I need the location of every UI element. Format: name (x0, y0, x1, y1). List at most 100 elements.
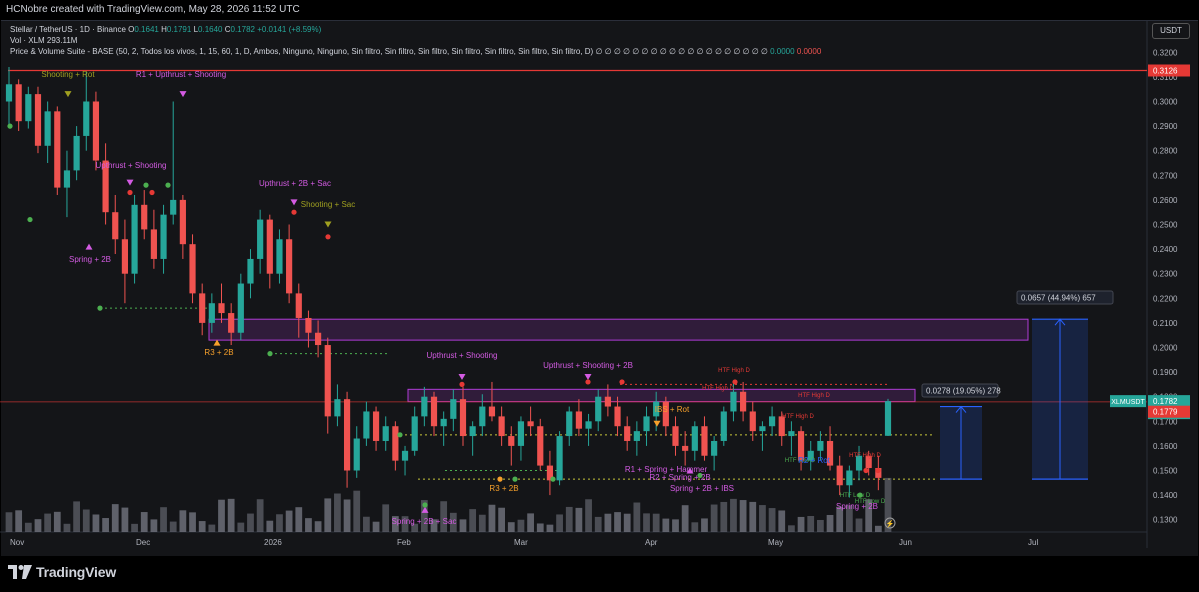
y-tick-label: 0.3000 (1153, 98, 1178, 107)
candle-body (508, 436, 515, 446)
candle-body (237, 283, 244, 333)
volume-bar (585, 499, 592, 532)
footer (0, 556, 1199, 592)
candle-body (92, 101, 100, 161)
candle-body (372, 411, 380, 441)
volume-bar (739, 500, 747, 532)
volume-bar (63, 523, 71, 532)
y-tick-label: 0.3200 (1153, 48, 1178, 57)
signal-dot (619, 379, 625, 385)
signal-dot (459, 381, 465, 387)
candle-body (624, 426, 631, 441)
candle-body (469, 426, 476, 437)
volume-bar (44, 513, 52, 532)
y-tick-label: 0.2900 (1153, 122, 1178, 131)
candle-body (643, 416, 650, 432)
candle-body (537, 426, 544, 466)
candle-body (749, 411, 756, 432)
tradingview-brand: TradingView (36, 564, 117, 580)
candle-body (257, 219, 264, 259)
volume-bar (179, 510, 187, 532)
signal-label: Shooting + Sac (301, 200, 355, 209)
volume-bar (594, 516, 602, 532)
candle-body (421, 396, 428, 417)
candle-body (884, 401, 892, 436)
indicator-value-2: 0.0000 (796, 47, 822, 56)
candle-body (614, 406, 621, 427)
volume-bar (53, 511, 61, 532)
volume-bar (102, 518, 109, 532)
signal-triangle-down (179, 91, 187, 98)
signal-dot (7, 123, 13, 129)
signal-label: HTF High D (782, 414, 814, 420)
x-tick-label: May (768, 538, 783, 547)
signal-label: HTF High D (798, 393, 830, 399)
candle-body (179, 199, 186, 245)
volume-bar (817, 519, 824, 532)
signal-dot (267, 351, 273, 357)
y-tick-label: 0.2800 (1153, 147, 1178, 156)
candle-body (633, 431, 640, 441)
supply-zone (208, 318, 1029, 341)
candle-body (170, 199, 177, 215)
candle-body (479, 406, 486, 427)
x-tick-label: Jun (899, 538, 912, 547)
signal-dot (325, 234, 331, 240)
signal-label: Upthrust + Shooting + 2B (543, 361, 633, 370)
volume-bar (73, 501, 80, 532)
signal-triangle-down (64, 91, 72, 98)
candle-body (295, 293, 302, 318)
volume-bar (198, 521, 206, 532)
high-value: 0.1791 (166, 25, 192, 34)
y-tick-label: 0.2200 (1153, 294, 1178, 303)
signal-label: R1 + Upthrust + Shooting (136, 70, 226, 79)
volume-bar (237, 522, 245, 532)
candle-body (759, 426, 766, 432)
volume-bar (169, 521, 177, 532)
candle-body (189, 244, 196, 294)
candle-body (585, 421, 592, 429)
volume-bar (633, 502, 641, 532)
signal-dot (875, 467, 881, 474)
y-tick-label: 0.2100 (1153, 319, 1178, 328)
candle-body (450, 399, 457, 419)
candle-body (575, 411, 582, 429)
volume-bar (295, 507, 303, 532)
signal-dot (165, 182, 171, 188)
current-price-tag: 0.1782 (1153, 397, 1178, 406)
candle-body (566, 411, 573, 437)
signal-label: Upthrust + Shooting (427, 351, 498, 360)
change-value: +0.0141 (+8.59%) (257, 25, 322, 34)
candle-body (382, 426, 389, 441)
candle-body (150, 229, 157, 259)
candle-body (286, 239, 293, 294)
volume-bar (701, 518, 708, 532)
volume-bar (285, 510, 293, 532)
candle-body (228, 313, 235, 333)
volume-bar (759, 505, 766, 532)
line-price-tag: 0.1779 (1153, 408, 1178, 417)
measure-label-small: 0.0278 (19.05%) 278 (926, 387, 1001, 396)
y-tick-label: 0.2500 (1153, 221, 1178, 230)
price-chart[interactable]: 0.13000.14000.15000.16000.17000.18000.19… (0, 0, 1199, 556)
volume-bar (826, 514, 834, 532)
signal-triangle-down (584, 374, 592, 381)
volume-bar (256, 499, 264, 532)
currency-button[interactable]: USDT (1152, 23, 1190, 39)
volume-bar (227, 498, 235, 532)
volume-bar (469, 509, 477, 532)
indicator-line: Price & Volume Suite - BASE (50, 2, Todo… (10, 46, 821, 57)
candle-body (846, 470, 853, 486)
indicator-value-1: 0.0000 (770, 47, 795, 56)
candle-body (768, 416, 776, 427)
signal-dot (397, 432, 403, 438)
volume-bar (556, 514, 563, 532)
candle-body (353, 438, 360, 471)
volume-bar (24, 522, 32, 532)
signal-dot (585, 379, 591, 385)
tradingview-logo[interactable]: TradingView (8, 564, 116, 580)
volume-bar (266, 520, 274, 532)
indicator-na-values: ∅ ∅ ∅ ∅ ∅ ∅ ∅ ∅ ∅ ∅ ∅ ∅ ∅ ∅ ∅ ∅ ∅ ∅ ∅ (595, 47, 768, 56)
x-tick-label: Feb (397, 538, 411, 547)
signal-triangle-down (324, 221, 332, 228)
